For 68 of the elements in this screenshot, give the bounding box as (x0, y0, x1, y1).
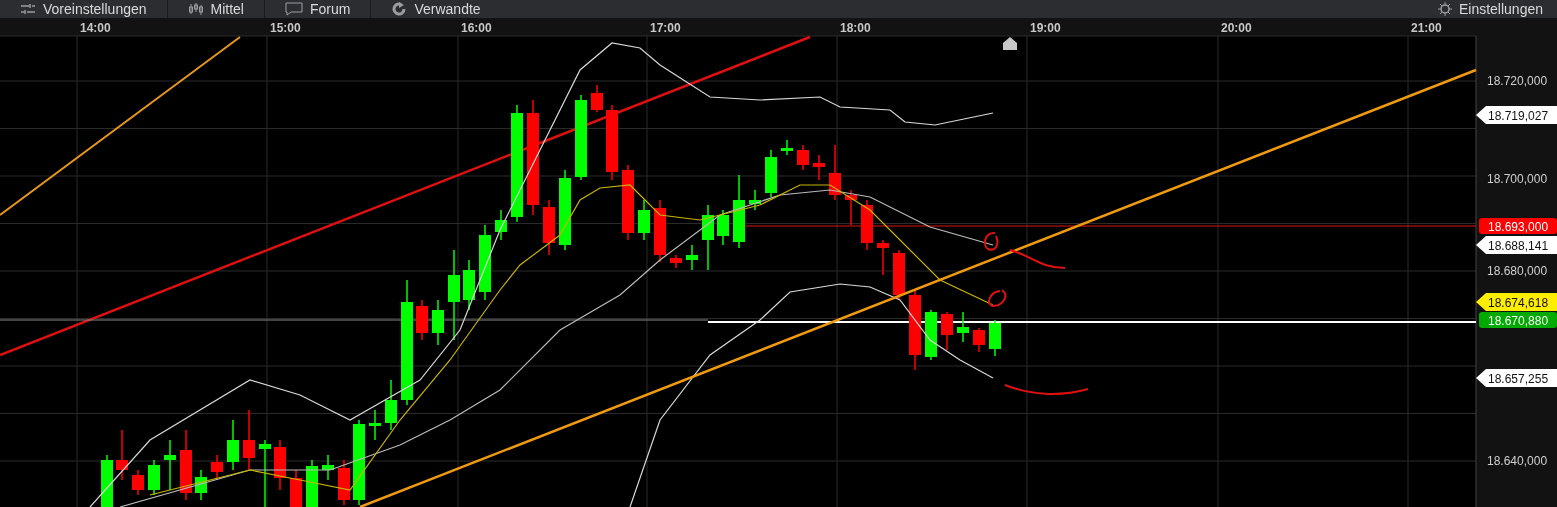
candle (925, 309, 937, 361)
refresh-icon (391, 2, 408, 16)
candle (813, 154, 825, 181)
candle (765, 149, 777, 198)
time-axis-label: 17:00 (650, 21, 681, 35)
sliders-icon (20, 3, 36, 15)
price-tag: 18.670,880 (1479, 312, 1557, 328)
candle (211, 454, 223, 481)
candle (322, 454, 334, 481)
price-tag: 18.657,255 (1476, 369, 1557, 387)
candle (717, 209, 729, 246)
time-axis-label: 21:00 (1411, 21, 1442, 35)
time-axis-label: 18:00 (840, 21, 871, 35)
candle (306, 459, 318, 507)
candle (957, 311, 969, 343)
price-tag: 18.719,027 (1476, 106, 1557, 124)
candle (243, 409, 255, 471)
candle (180, 429, 192, 501)
candle (259, 439, 271, 507)
candle (686, 244, 698, 271)
candle (416, 299, 428, 341)
candle (591, 84, 603, 113)
price-tag: 18.688,141 (1476, 236, 1557, 254)
candle (781, 139, 793, 156)
candle (195, 469, 207, 501)
candle (702, 204, 714, 271)
candle (432, 299, 444, 346)
speech-bubble-icon (285, 2, 303, 16)
candle (670, 254, 682, 269)
time-axis-label: 20:00 (1221, 21, 1252, 35)
candle (164, 439, 176, 491)
candlestick-icon (187, 3, 204, 15)
candle (369, 409, 381, 441)
candle (116, 429, 128, 481)
price-axis-label: 18.720,000 (1487, 74, 1548, 88)
candle (973, 327, 985, 353)
candle (749, 189, 761, 211)
time-axis-label: 14:00 (80, 21, 111, 35)
candle (132, 469, 144, 496)
candle (989, 319, 1001, 357)
candle (654, 199, 666, 263)
candle (338, 459, 350, 506)
candle (227, 419, 239, 471)
time-axis-label: 19:00 (1030, 21, 1061, 35)
price-axis-label: 18.700,000 (1487, 172, 1548, 186)
candle (941, 311, 953, 351)
candle (290, 469, 302, 507)
candle (893, 249, 905, 301)
gear-icon (1437, 2, 1452, 16)
price-axis-label: 18.680,000 (1487, 264, 1548, 278)
candle (463, 259, 475, 311)
candle (148, 459, 160, 496)
price-axis-label: 18.640,000 (1487, 454, 1548, 468)
price-tag: 18.693,000 (1479, 218, 1557, 234)
candle (385, 379, 397, 431)
candle (495, 209, 507, 241)
price-tag: 18.674,618 (1476, 293, 1557, 311)
candle (274, 439, 286, 491)
candle (101, 454, 113, 507)
candle (829, 144, 841, 201)
candle (877, 239, 889, 276)
candle (638, 199, 650, 241)
time-axis-label: 15:00 (270, 21, 301, 35)
candle (861, 199, 873, 251)
candle (543, 199, 555, 256)
candle (845, 189, 857, 226)
time-axis-label: 16:00 (461, 21, 492, 35)
candle (797, 144, 809, 171)
